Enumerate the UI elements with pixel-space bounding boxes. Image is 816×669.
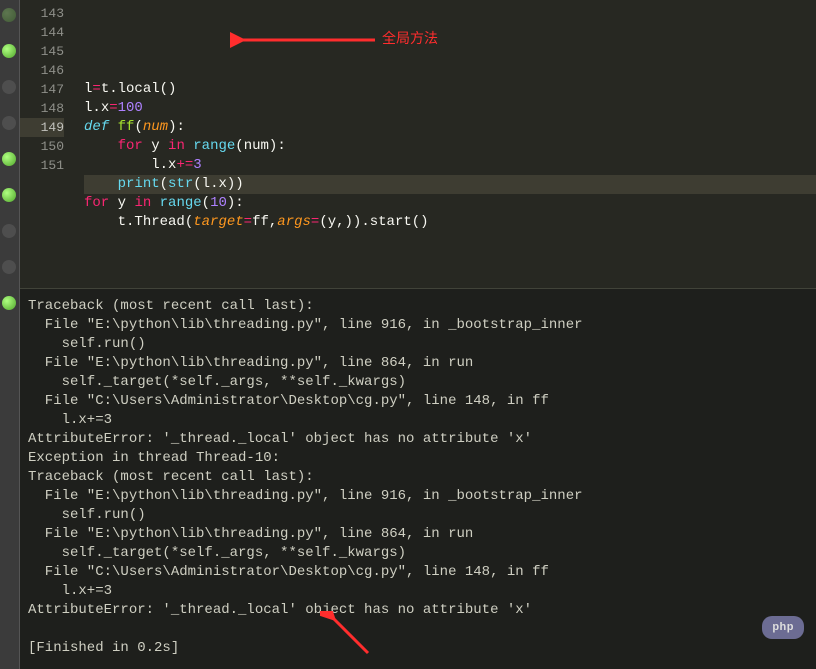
- activity-icon[interactable]: [2, 44, 16, 58]
- code-line[interactable]: for y in range(num):: [84, 137, 816, 156]
- console-line: File "E:\python\lib\threading.py", line …: [28, 316, 808, 335]
- code-line[interactable]: t.Thread(target=ff,args=(y,)).start(): [84, 213, 816, 232]
- console-line: l.x+=3: [28, 411, 808, 430]
- console-line: l.x+=3: [28, 582, 808, 601]
- activity-icon[interactable]: [2, 260, 16, 274]
- console-line: [Finished in 0.2s]: [28, 639, 808, 658]
- line-number: 145: [20, 42, 64, 61]
- console-line: File "C:\Users\Administrator\Desktop\cg.…: [28, 563, 808, 582]
- console-arrow-icon: [320, 611, 380, 659]
- main-area: 143144145146147148149150151 l=t.local()l…: [20, 0, 816, 669]
- console-line: AttributeError: '_thread._local' object …: [28, 601, 808, 620]
- console-line: Exception in thread Thread-10:: [28, 449, 808, 468]
- console-line: Traceback (most recent call last):: [28, 297, 808, 316]
- line-number: 148: [20, 99, 64, 118]
- line-number: 146: [20, 61, 64, 80]
- console-line: self.run(): [28, 335, 808, 354]
- console-line: File "C:\Users\Administrator\Desktop\cg.…: [28, 392, 808, 411]
- line-number: 143: [20, 4, 64, 23]
- line-number: 149: [20, 118, 64, 137]
- code-editor[interactable]: 143144145146147148149150151 l=t.local()l…: [20, 0, 816, 288]
- activity-icon[interactable]: [2, 8, 16, 22]
- console-line: Traceback (most recent call last):: [28, 468, 808, 487]
- console-line: self._target(*self._args, **self._kwargs…: [28, 373, 808, 392]
- watermark-badge: php: [762, 616, 804, 639]
- code-line[interactable]: def ff(num):: [84, 118, 816, 137]
- activity-icon[interactable]: [2, 80, 16, 94]
- code-line[interactable]: l.x+=3: [84, 156, 816, 175]
- console-line: File "E:\python\lib\threading.py", line …: [28, 487, 808, 506]
- annotation-arrow-icon: [230, 28, 380, 52]
- line-number-gutter: 143144145146147148149150151: [20, 0, 76, 288]
- console-line: AttributeError: '_thread._local' object …: [28, 430, 808, 449]
- annotation-label: 全局方法: [382, 28, 438, 48]
- code-line[interactable]: l.x=100: [84, 99, 816, 118]
- line-number: 150: [20, 137, 64, 156]
- activity-icon[interactable]: [2, 296, 16, 310]
- activity-icon[interactable]: [2, 224, 16, 238]
- console-line: File "E:\python\lib\threading.py", line …: [28, 354, 808, 373]
- line-number: 151: [20, 156, 64, 175]
- activity-icon[interactable]: [2, 116, 16, 130]
- line-number: 147: [20, 80, 64, 99]
- console-line: File "E:\python\lib\threading.py", line …: [28, 525, 808, 544]
- activity-icon[interactable]: [2, 152, 16, 166]
- console-line: self._target(*self._args, **self._kwargs…: [28, 544, 808, 563]
- code-line[interactable]: print(str(l.x)): [84, 175, 816, 194]
- code-line[interactable]: [84, 61, 816, 80]
- console-line: self.run(): [28, 506, 808, 525]
- code-area[interactable]: l=t.local()l.x=100def ff(num): for y in …: [76, 0, 816, 288]
- line-number: 144: [20, 23, 64, 42]
- console-line: [28, 620, 808, 639]
- output-console[interactable]: Traceback (most recent call last): File …: [20, 288, 816, 669]
- code-line[interactable]: for y in range(10):: [84, 194, 816, 213]
- activity-icon[interactable]: [2, 188, 16, 202]
- code-line[interactable]: l=t.local(): [84, 80, 816, 99]
- activity-bar: [0, 0, 20, 669]
